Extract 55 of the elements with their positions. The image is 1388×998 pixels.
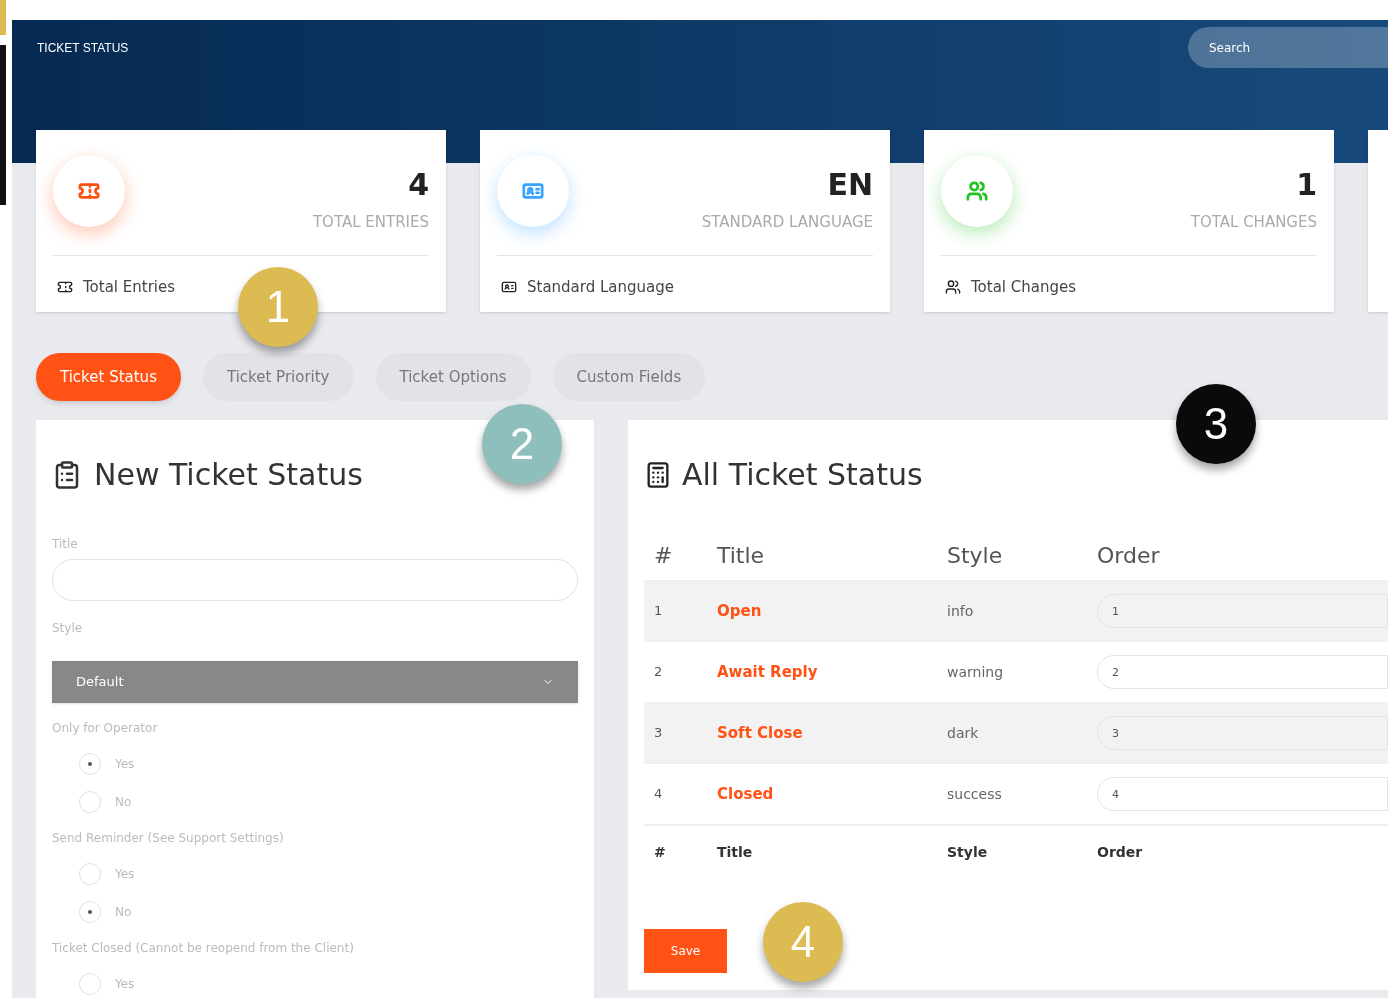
stat-footer: Total Changes — [971, 276, 1077, 299]
save-button[interactable]: Save — [644, 929, 727, 973]
table-cell-text: 2 — [654, 663, 664, 682]
radio-label: No — [115, 794, 132, 811]
stat-value: 4 — [408, 170, 429, 200]
column-footer: Style — [947, 841, 1097, 863]
radio-label: Yes — [115, 756, 135, 773]
stat-label: TOTAL CHANGES — [1190, 212, 1317, 233]
column-header: # — [654, 541, 674, 570]
column-header: Order — [1097, 541, 1161, 570]
status-title: Open — [717, 600, 763, 622]
status-title: Closed — [717, 783, 775, 805]
window-edge — [0, 0, 6, 35]
group-label: Ticket Closed (Cannot be reopend from the Client) — [52, 940, 355, 957]
status-title: Soft Close — [717, 722, 804, 744]
panel-title: New Ticket Status — [94, 456, 363, 494]
radio-label: Yes — [115, 866, 135, 883]
group-label: Only for Operator — [52, 720, 159, 737]
column-footer: # — [654, 841, 717, 863]
field-label: Style — [52, 620, 84, 637]
group-label: Send Reminder (See Support Settings) — [52, 830, 285, 847]
stat-label: TOTAL ENTRIES — [312, 212, 429, 233]
order-field[interactable]: 1 — [1097, 594, 1388, 628]
page-title: TICKET STATUS — [37, 40, 129, 57]
title-field[interactable] — [52, 559, 578, 601]
column-header: Title — [717, 541, 766, 570]
status-title: Await Reply — [717, 661, 819, 683]
panel-title: All Ticket Status — [682, 456, 923, 494]
stat-label: STANDARD LANGUAGE — [701, 212, 873, 233]
tab[interactable]: Ticket Priority — [202, 353, 354, 401]
tab[interactable]: Ticket Options — [375, 353, 531, 401]
table-cell-text: success — [947, 784, 1003, 804]
style-select[interactable]: Default — [52, 661, 578, 703]
radio-label: Yes — [115, 976, 135, 993]
order-field[interactable]: 3 — [1097, 716, 1388, 750]
column-footer: Order — [1097, 841, 1388, 863]
radio-label: No — [115, 904, 132, 921]
people-icon — [945, 279, 961, 296]
tab[interactable]: Ticket Status — [36, 353, 181, 401]
order-field[interactable]: 4 — [1097, 777, 1388, 811]
stat-footer: Total Entries — [83, 276, 176, 299]
field-label: Title — [52, 536, 79, 553]
stat-footer: Standard Language — [527, 276, 675, 299]
table-cell-text: 1 — [654, 602, 664, 621]
column-header: Style — [947, 541, 1004, 570]
table-cell-text: 4 — [654, 785, 664, 804]
table-cell-text: 3 — [654, 724, 664, 743]
stat-value: 1 — [1296, 170, 1317, 200]
column-footer: Title — [717, 841, 947, 863]
tab[interactable]: Custom Fields — [552, 353, 706, 401]
table-cell-text: warning — [947, 662, 1005, 682]
table-cell-text: info — [947, 601, 975, 621]
table-cell-text: dark — [947, 723, 980, 743]
order-field[interactable]: 2 — [1097, 655, 1388, 689]
stat-value: EN — [827, 170, 873, 200]
